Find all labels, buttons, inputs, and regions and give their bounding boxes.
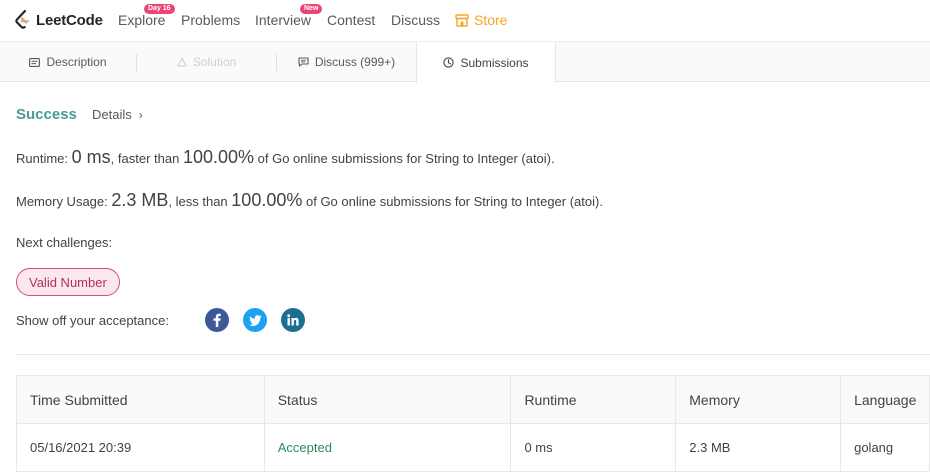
problem-tabs: Description Solution Discuss (999+) Subm… <box>0 42 930 83</box>
next-challenges-label: Next challenges: <box>16 235 113 250</box>
column-header-runtime: Runtime <box>511 376 677 424</box>
memory-stat: Memory Usage: 2.3 MB, less than 100.00% … <box>16 190 603 211</box>
column-header-status: Status <box>264 376 512 424</box>
facebook-icon[interactable] <box>205 308 229 332</box>
tab-description-label: Description <box>46 55 107 69</box>
top-nav: LeetCode Explore Day 16 Problems Intervi… <box>0 0 930 42</box>
share-label: Show off your acceptance: <box>16 313 169 328</box>
section-divider <box>16 354 930 355</box>
leetcode-logo-icon <box>15 10 29 29</box>
table-row: 05/16/2021 20:39 Accepted 0 ms 2.3 MB go… <box>17 424 930 472</box>
description-icon <box>29 57 41 67</box>
nav-store-label: Store <box>474 12 508 28</box>
details-label: Details <box>92 107 132 122</box>
submissions-table: Time Submitted Status Runtime Memory Lan… <box>16 375 930 472</box>
day-badge: Day 16 <box>144 4 175 14</box>
nav-store[interactable]: Store <box>455 12 507 28</box>
tab-discuss-label: Discuss (999+) <box>314 55 396 69</box>
runtime-value: 0 ms <box>71 147 111 167</box>
tab-solution-label: Solution <box>192 55 237 69</box>
details-link[interactable]: Details › <box>92 107 143 122</box>
nav-discuss[interactable]: Discuss <box>391 12 440 28</box>
logo-text: LeetCode <box>36 11 103 29</box>
column-header-time: Time Submitted <box>17 376 265 424</box>
column-header-memory: Memory <box>676 376 842 424</box>
runtime-mid: , faster than <box>110 151 180 166</box>
nav-interview[interactable]: Interview New <box>255 4 323 28</box>
cell-time: 05/16/2021 20:39 <box>17 424 265 472</box>
solution-icon <box>177 57 187 67</box>
nav-explore-label: Explore <box>118 12 166 28</box>
runtime-label: Runtime: <box>16 151 69 166</box>
table-header-row: Time Submitted Status Runtime Memory Lan… <box>17 376 930 424</box>
memory-value: 2.3 MB <box>111 190 169 210</box>
memory-label: Memory Usage: <box>16 194 108 209</box>
memory-percent: 100.00% <box>231 190 303 210</box>
result-status: Success <box>16 106 77 123</box>
cell-runtime: 0 ms <box>511 424 677 472</box>
status-accepted-link[interactable]: Accepted <box>278 440 332 455</box>
column-header-language: Language <box>841 376 930 424</box>
store-icon <box>455 13 469 27</box>
tab-discuss[interactable]: Discuss (999+) <box>277 42 416 82</box>
runtime-stat: Runtime: 0 ms, faster than 100.00% of Go… <box>16 147 555 168</box>
nav-contest[interactable]: Contest <box>327 12 375 28</box>
chevron-right-icon: › <box>138 108 143 122</box>
cell-language: golang <box>841 424 930 472</box>
memory-suffix: of Go online submissions for String to I… <box>305 194 603 209</box>
tab-description[interactable]: Description <box>0 42 136 82</box>
cell-status: Accepted <box>264 424 512 472</box>
challenge-valid-number[interactable]: Valid Number <box>16 268 120 296</box>
leetcode-logo[interactable]: LeetCode <box>14 9 103 31</box>
runtime-percent: 100.00% <box>182 147 255 167</box>
new-badge: New <box>300 4 323 14</box>
memory-mid: , less than <box>168 194 228 209</box>
clock-icon <box>443 57 455 68</box>
nav-problems[interactable]: Problems <box>181 12 240 28</box>
linkedin-icon[interactable] <box>281 308 305 332</box>
tab-submissions-label: Submissions <box>460 55 529 70</box>
cell-memory: 2.3 MB <box>676 424 842 472</box>
discuss-icon <box>298 57 309 67</box>
nav-interview-label: Interview <box>255 12 312 28</box>
twitter-icon[interactable] <box>243 308 267 332</box>
tab-submissions[interactable]: Submissions <box>416 42 556 83</box>
nav-explore[interactable]: Explore Day 16 <box>118 4 175 28</box>
runtime-suffix: of Go online submissions for String to I… <box>257 151 555 166</box>
tab-solution: Solution <box>137 42 276 82</box>
